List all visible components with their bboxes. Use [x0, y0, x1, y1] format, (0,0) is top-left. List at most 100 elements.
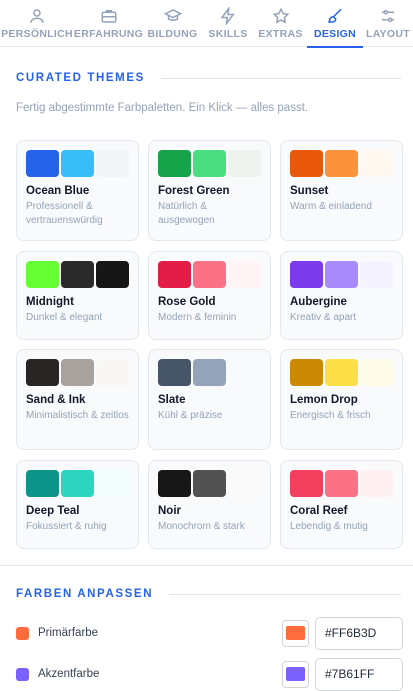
swatch-row	[26, 470, 130, 497]
theme-card[interactable]: Slate Kühl & präzise	[148, 349, 271, 450]
section-tab-bar: PERSÖNLICH ERFAHRUNG BILDUNG SKILLS EXTR…	[0, 0, 413, 48]
color-label: Primärfarbe	[38, 627, 99, 639]
swatch	[360, 261, 393, 288]
theme-description: Natürlich & ausgewogen	[158, 201, 215, 226]
star-icon	[272, 7, 289, 24]
theme-grid: Deep Teal Fokussiert & ruhig Noir Monoch…	[16, 460, 403, 558]
swatch-row	[158, 261, 262, 288]
swatch	[96, 470, 129, 497]
swatch	[26, 470, 59, 497]
theme-grid: Midnight Dunkel & elegant Rose Gold Mode…	[16, 251, 403, 349]
theme-description: Kühl & präzise	[158, 410, 223, 421]
theme-name: Sunset	[290, 185, 329, 197]
theme-card[interactable]: Midnight Dunkel & elegant	[16, 251, 139, 340]
swatch-row	[290, 261, 394, 288]
tab-bildung[interactable]: BILDUNG	[143, 0, 202, 47]
theme-card[interactable]: Aubergine Kreativ & apart	[280, 251, 403, 340]
theme-name: Midnight	[26, 296, 74, 308]
tab-label: SKILLS	[208, 28, 248, 40]
swatch	[290, 470, 323, 497]
swatch	[290, 261, 323, 288]
theme-card[interactable]: Ocean Blue Professionell & vertrauenswür…	[16, 140, 139, 241]
section-subtitle: Fertig abgestimmte Farbpaletten. Ein Kli…	[16, 102, 309, 114]
color-row-primary: Primärfarbe	[16, 616, 403, 650]
swatch	[193, 470, 226, 497]
tab-label: LAYOUT	[366, 28, 410, 40]
tab-erfahrung[interactable]: ERFAHRUNG	[74, 0, 143, 47]
swatch-row	[26, 359, 130, 386]
swatch-row	[290, 359, 394, 386]
theme-card[interactable]: Noir Monochrom & stark	[148, 460, 271, 549]
swatch	[61, 261, 94, 288]
theme-grid: Sand & Ink Minimalistisch & zeitlos Slat…	[16, 349, 403, 459]
sliders-icon	[382, 10, 394, 22]
swatch	[290, 150, 323, 177]
swatch	[193, 261, 226, 288]
swatch	[360, 359, 393, 386]
tab-label: EXTRAS	[258, 28, 303, 40]
theme-card[interactable]: Rose Gold Modern & feminin	[148, 251, 271, 340]
theme-description: Professionell & vertrauenswürdig	[26, 201, 103, 226]
swatch	[193, 359, 226, 386]
swatch	[325, 470, 358, 497]
swatch	[96, 150, 129, 177]
swatch	[158, 470, 191, 497]
theme-card[interactable]: Forest Green Natürlich & ausgewogen	[148, 140, 271, 241]
tab-skills[interactable]: SKILLS	[202, 0, 254, 47]
lightning-icon	[220, 7, 235, 25]
theme-name: Aubergine	[290, 296, 347, 308]
briefcase-icon	[101, 10, 116, 23]
color-dot	[16, 626, 29, 640]
swatch	[325, 150, 358, 177]
primary-hex-input[interactable]	[315, 616, 403, 650]
theme-name: Sand & Ink	[26, 394, 86, 406]
theme-name: Forest Green	[158, 185, 230, 197]
theme-description: Fokussiert & ruhig	[26, 521, 107, 532]
swatch-row	[26, 150, 130, 177]
swatch	[61, 150, 94, 177]
color-picker-button[interactable]	[282, 619, 309, 647]
theme-description: Monochrom & stark	[158, 521, 245, 532]
swatch-row	[158, 150, 262, 177]
swatch	[228, 470, 261, 497]
theme-card[interactable]: Coral Reef Lebendig & mutig	[280, 460, 403, 549]
custom-colors-header: FARBEN ANPASSEN	[16, 588, 401, 600]
theme-description: Modern & feminin	[158, 312, 237, 323]
curated-themes-header: CURATED THEMES	[16, 72, 401, 84]
tab-design[interactable]: DESIGN	[307, 0, 363, 48]
theme-description: Kreativ & apart	[290, 312, 357, 323]
user-icon	[30, 9, 44, 23]
swatch-row	[290, 470, 394, 497]
theme-card[interactable]: Sand & Ink Minimalistisch & zeitlos	[16, 349, 139, 450]
section-divider	[0, 565, 413, 566]
brush-icon	[328, 8, 342, 23]
tab-extras[interactable]: EXTRAS	[254, 0, 307, 47]
swatch	[228, 261, 261, 288]
tab-persoenlich[interactable]: PERSÖNLICH	[0, 0, 74, 47]
swatch	[158, 261, 191, 288]
tab-label: ERFAHRUNG	[73, 28, 144, 40]
section-title: CURATED THEMES	[16, 72, 145, 84]
swatch	[158, 359, 191, 386]
swatch	[158, 150, 191, 177]
swatch	[26, 150, 59, 177]
swatch	[360, 470, 393, 497]
tab-layout[interactable]: LAYOUT	[363, 0, 413, 47]
swatch	[61, 359, 94, 386]
theme-description: Warm & einladend	[290, 201, 372, 212]
theme-name: Rose Gold	[158, 296, 216, 308]
color-picker-button[interactable]	[282, 660, 309, 688]
swatch	[290, 359, 323, 386]
swatch	[228, 150, 261, 177]
color-row-accent: Akzentfarbe	[16, 657, 403, 691]
swatch	[325, 359, 358, 386]
section-rule	[169, 593, 401, 595]
theme-card[interactable]: Lemon Drop Energisch & frisch	[280, 349, 403, 450]
theme-card[interactable]: Deep Teal Fokussiert & ruhig	[16, 460, 139, 549]
theme-name: Coral Reef	[290, 505, 348, 517]
theme-card[interactable]: Sunset Warm & einladend	[280, 140, 403, 241]
theme-name: Ocean Blue	[26, 185, 90, 197]
swatch-row	[290, 150, 394, 177]
swatch	[325, 261, 358, 288]
accent-hex-input[interactable]	[315, 657, 403, 691]
